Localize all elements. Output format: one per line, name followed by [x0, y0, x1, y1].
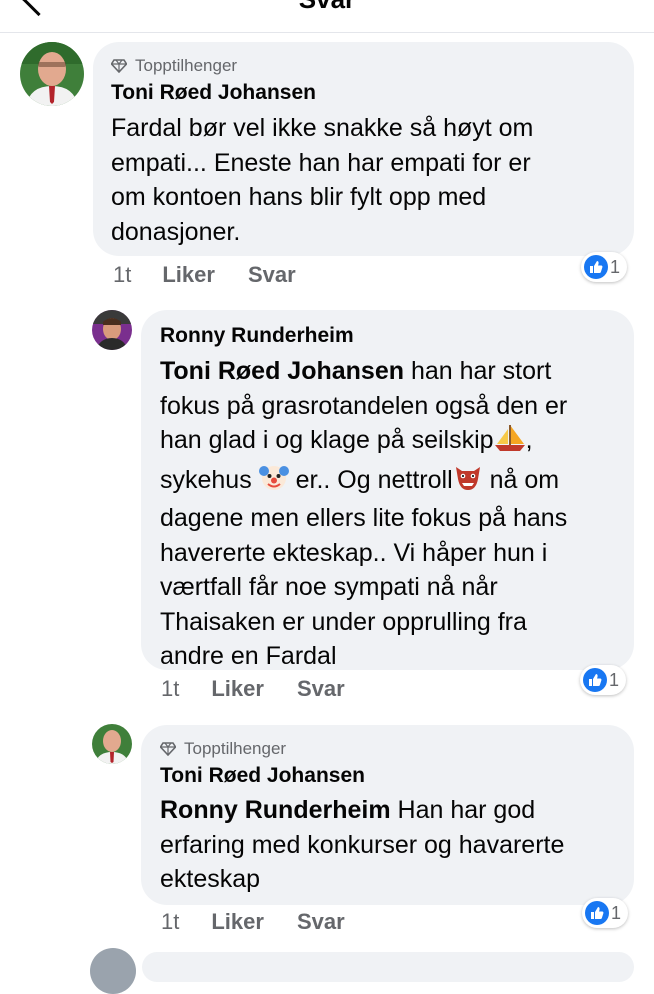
- badge-label: Topptilhenger: [184, 739, 287, 758]
- like-reaction-icon: [585, 901, 609, 925]
- diamond-icon: [111, 59, 127, 73]
- comment-text-line: sykehus: [160, 465, 259, 494]
- comment-text-line: empati... Eneste han har empati for er: [111, 148, 531, 177]
- comment-text-line: dagene men ellers lite fokus på hans: [160, 504, 568, 532]
- comment-time[interactable]: 1t: [113, 262, 131, 288]
- comment-text-line: ,: [525, 426, 533, 454]
- comment-author[interactable]: Toni Røed Johansen: [111, 80, 533, 106]
- comment-bubble: Topptilhenger Toni Røed Johansen Ronny R…: [141, 725, 634, 905]
- comment-text-line: Thaisaken er under opprulling fra: [160, 607, 527, 636]
- top-fan-badge: Topptilhenger: [160, 739, 564, 759]
- reaction-summary[interactable]: 1: [581, 252, 628, 282]
- comment-bubble: [142, 952, 634, 982]
- comment-text-line: havererte ekteskap.. Vi håper hun i: [160, 538, 548, 567]
- comment-text-line: han har stort: [404, 357, 552, 385]
- mention-link[interactable]: Ronny Runderheim: [160, 796, 391, 824]
- comment-text-line: nå om: [482, 465, 560, 494]
- comment-actions: 1t Liker Svar: [113, 262, 296, 288]
- like-reaction-icon: [583, 668, 607, 692]
- comment-actions: 1t Liker Svar: [161, 909, 345, 935]
- comment-text: Toni Røed Johansen han har stort fokus p…: [160, 354, 567, 674]
- reaction-count: 1: [611, 902, 622, 923]
- like-button[interactable]: Liker: [211, 909, 264, 935]
- reaction-count: 1: [609, 669, 620, 690]
- comment-text-line: andre en Fardal: [160, 642, 337, 670]
- comment-text-line: Han har god: [390, 796, 536, 824]
- comment-text-line: værtfall får noe sympati nå når: [160, 573, 498, 601]
- diamond-icon: [160, 742, 176, 756]
- avatar[interactable]: [20, 42, 84, 106]
- reply-button[interactable]: Svar: [297, 676, 345, 702]
- top-fan-badge: Topptilhenger: [111, 56, 533, 76]
- comment-text: Fardal bør vel ikke snakke så høyt om em…: [111, 111, 533, 249]
- comment-author[interactable]: Toni Røed Johansen: [160, 763, 564, 789]
- avatar[interactable]: [90, 948, 136, 994]
- comment-author[interactable]: Ronny Runderheim: [160, 323, 567, 349]
- like-button[interactable]: Liker: [211, 676, 264, 702]
- sailboat-emoji: [494, 424, 526, 462]
- comment-time[interactable]: 1t: [161, 676, 179, 702]
- comment-text-line: om kontoen hans blir fylt opp med: [111, 183, 487, 211]
- comment-text-line: ekteskap: [160, 865, 261, 893]
- badge-label: Topptilhenger: [135, 56, 238, 75]
- reaction-summary[interactable]: 1: [580, 665, 627, 695]
- comment-time[interactable]: 1t: [161, 909, 179, 935]
- mention-link[interactable]: Toni Røed Johansen: [160, 357, 404, 385]
- reaction-count: 1: [610, 256, 621, 277]
- like-reaction-icon: [584, 255, 608, 279]
- reaction-summary[interactable]: 1: [582, 898, 629, 928]
- comment-text-line: donasjoner.: [111, 217, 241, 246]
- comment-text-line: fokus på grasrotandelen også den er: [160, 391, 568, 420]
- comment-bubble: Topptilhenger Toni Røed Johansen Fardal …: [93, 42, 634, 256]
- comment-text-line: han glad i og klage på seilskip: [160, 426, 494, 454]
- comment-text-line: erfaring med konkurser og havarerte: [160, 830, 565, 859]
- comment-text-line: er.. Og nettroll: [288, 465, 453, 494]
- avatar[interactable]: [92, 310, 132, 350]
- comment-text: Ronny Runderheim Han har god erfaring me…: [160, 793, 564, 897]
- avatar[interactable]: [92, 724, 132, 764]
- comment-actions: 1t Liker Svar: [161, 676, 345, 702]
- comment-text-line: Fardal bør vel ikke snakke så høyt om: [111, 114, 534, 142]
- like-button[interactable]: Liker: [162, 262, 215, 288]
- header-bar: Svar: [0, 0, 654, 33]
- goblin-emoji: [453, 462, 483, 502]
- page-title: Svar: [0, 0, 654, 12]
- reply-button[interactable]: Svar: [248, 262, 296, 288]
- reply-button[interactable]: Svar: [297, 909, 345, 935]
- clown-emoji: [258, 462, 289, 502]
- comment-bubble: Ronny Runderheim Toni Røed Johansen han …: [141, 310, 634, 670]
